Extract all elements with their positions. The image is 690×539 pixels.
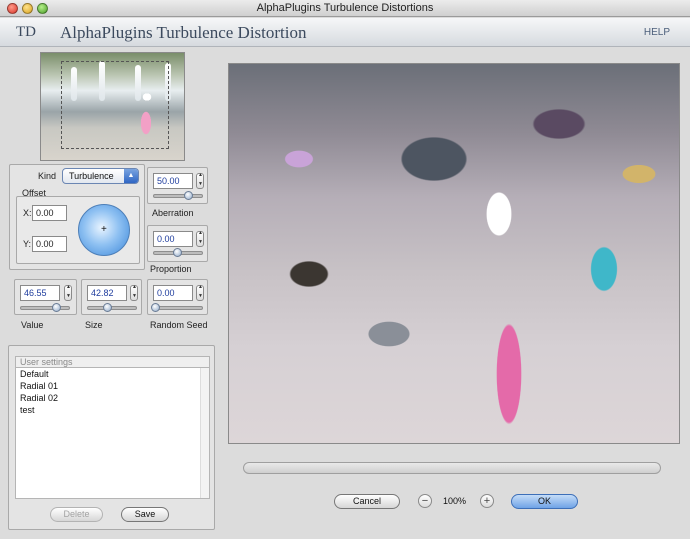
ok-button[interactable]: OK [511, 494, 578, 509]
delete-button[interactable]: Delete [50, 507, 103, 522]
plugin-name: AlphaPlugins Turbulence Distortion [60, 23, 307, 42]
kind-label: Kind [38, 171, 57, 181]
value-input[interactable]: 46.55 [20, 285, 60, 301]
offset-x-input[interactable]: 0.00 [32, 205, 67, 221]
title-bar: AlphaPlugins Turbulence Distortions [0, 0, 690, 17]
kind-select[interactable]: Turbulence ▲ [62, 168, 139, 184]
aberration-slider[interactable] [153, 194, 203, 198]
cancel-button[interactable]: Cancel [334, 494, 400, 509]
window-title: AlphaPlugins Turbulence Distortions [256, 2, 434, 14]
zoom-out-button[interactable]: − [418, 494, 432, 508]
preview-image[interactable] [228, 63, 680, 444]
list-item[interactable]: Radial 01 [16, 380, 209, 392]
aberration-input[interactable]: 50.00 [153, 173, 193, 189]
size-slider[interactable] [87, 306, 137, 310]
zoom-in-button[interactable]: + [480, 494, 494, 508]
kind-select-value: Turbulence [69, 171, 114, 181]
progress-bar [243, 462, 661, 474]
save-button[interactable]: Save [121, 507, 169, 522]
plugin-logo: TD [16, 24, 36, 40]
value-stepper[interactable] [64, 284, 72, 301]
size-input[interactable]: 42.82 [87, 285, 127, 301]
aberration-slider-knob[interactable] [184, 191, 193, 200]
size-slider-knob[interactable] [103, 303, 112, 312]
list-item[interactable]: Radial 02 [16, 392, 209, 404]
random-seed-slider-knob[interactable] [151, 303, 160, 312]
navigator-thumbnail[interactable] [40, 52, 185, 161]
aberration-label: Aberration [152, 208, 194, 218]
size-stepper[interactable] [130, 284, 138, 301]
user-settings-header: User settings [15, 356, 210, 367]
list-item[interactable]: test [16, 404, 209, 416]
help-link[interactable]: HELP [644, 27, 670, 38]
zoom-level: 100% [443, 496, 467, 506]
user-settings-list[interactable]: Default Radial 01 Radial 02 test [15, 367, 210, 499]
proportion-input[interactable]: 0.00 [153, 231, 193, 247]
offset-y-input[interactable]: 0.00 [32, 236, 67, 252]
proportion-stepper[interactable] [196, 230, 204, 247]
navigator-selection[interactable] [61, 61, 169, 149]
crosshair-icon: + [101, 224, 107, 235]
random-seed-input[interactable]: 0.00 [153, 285, 193, 301]
x-label: X: [23, 208, 32, 218]
value-slider[interactable] [20, 306, 70, 310]
settings-scrollbar[interactable] [200, 368, 209, 498]
size-label: Size [85, 320, 103, 330]
random-seed-slider[interactable] [153, 306, 203, 310]
user-settings-panel: User settings Default Radial 01 Radial 0… [8, 345, 215, 530]
random-seed-label: Random Seed [150, 320, 208, 330]
aberration-stepper[interactable] [196, 172, 204, 189]
chevron-updown-icon: ▲ [124, 169, 138, 183]
proportion-label: Proportion [150, 264, 192, 274]
plugin-banner: TD AlphaPlugins Turbulence Distortion HE… [0, 18, 690, 47]
proportion-slider-knob[interactable] [173, 248, 182, 257]
random-seed-stepper[interactable] [196, 284, 204, 301]
y-label: Y: [23, 239, 32, 249]
value-slider-knob[interactable] [52, 303, 61, 312]
value-label: Value [21, 320, 44, 330]
list-item[interactable]: Default [16, 368, 209, 380]
offset-joystick[interactable]: + [78, 204, 130, 256]
